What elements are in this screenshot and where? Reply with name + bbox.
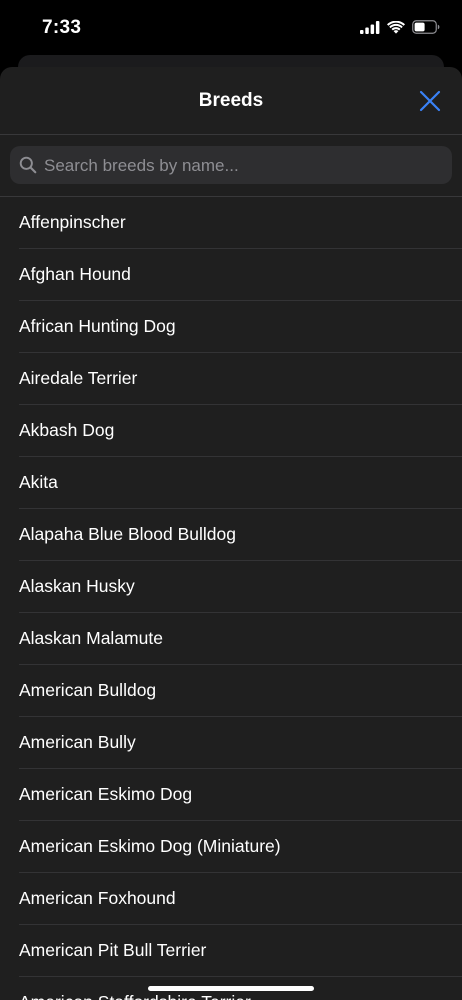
breed-list-item[interactable]: Alapaha Blue Blood Bulldog <box>19 509 462 561</box>
breed-list-item[interactable]: American Bully <box>19 717 462 769</box>
breed-list-item[interactable]: Affenpinscher <box>19 197 462 249</box>
status-icons <box>360 20 440 34</box>
cellular-signal-icon <box>360 20 380 34</box>
search-input[interactable] <box>42 146 442 186</box>
breed-list-item[interactable]: Akita <box>19 457 462 509</box>
breed-list-item[interactable]: Akbash Dog <box>19 405 462 457</box>
screen: 7:33 Breeds Search breeds by name... Aff… <box>0 0 462 1000</box>
close-icon <box>419 90 441 112</box>
breed-list-item[interactable]: African Hunting Dog <box>19 301 462 353</box>
wifi-icon <box>387 20 405 34</box>
sheet-header: Breeds <box>0 67 462 135</box>
breed-list-item[interactable]: Alaskan Husky <box>19 561 462 613</box>
breed-list-item[interactable]: American Eskimo Dog <box>19 769 462 821</box>
search-box[interactable] <box>10 146 452 186</box>
breed-list: Affenpinscher Afghan Hound African Hunti… <box>0 197 462 1000</box>
breeds-sheet: Breeds Affenpinscher Afghan Hound Africa… <box>0 67 462 1000</box>
search-bar <box>0 135 462 197</box>
breed-list-item[interactable]: Airedale Terrier <box>19 353 462 405</box>
status-bar: 7:33 <box>0 0 462 58</box>
breed-list-item[interactable]: Afghan Hound <box>19 249 462 301</box>
breed-list-item[interactable]: American Foxhound <box>19 873 462 925</box>
status-time: 7:33 <box>42 17 82 38</box>
breed-list-item[interactable]: Alaskan Malamute <box>19 613 462 665</box>
breed-list-item[interactable]: American Eskimo Dog (Miniature) <box>19 821 462 873</box>
sheet-title: Breeds <box>198 90 264 111</box>
home-indicator[interactable] <box>148 986 314 991</box>
breed-list-item[interactable]: American Pit Bull Terrier <box>19 925 462 977</box>
battery-icon <box>412 20 440 34</box>
search-icon <box>19 156 37 174</box>
breed-list-item[interactable]: American Bulldog <box>19 665 462 717</box>
close-button[interactable] <box>418 89 442 113</box>
